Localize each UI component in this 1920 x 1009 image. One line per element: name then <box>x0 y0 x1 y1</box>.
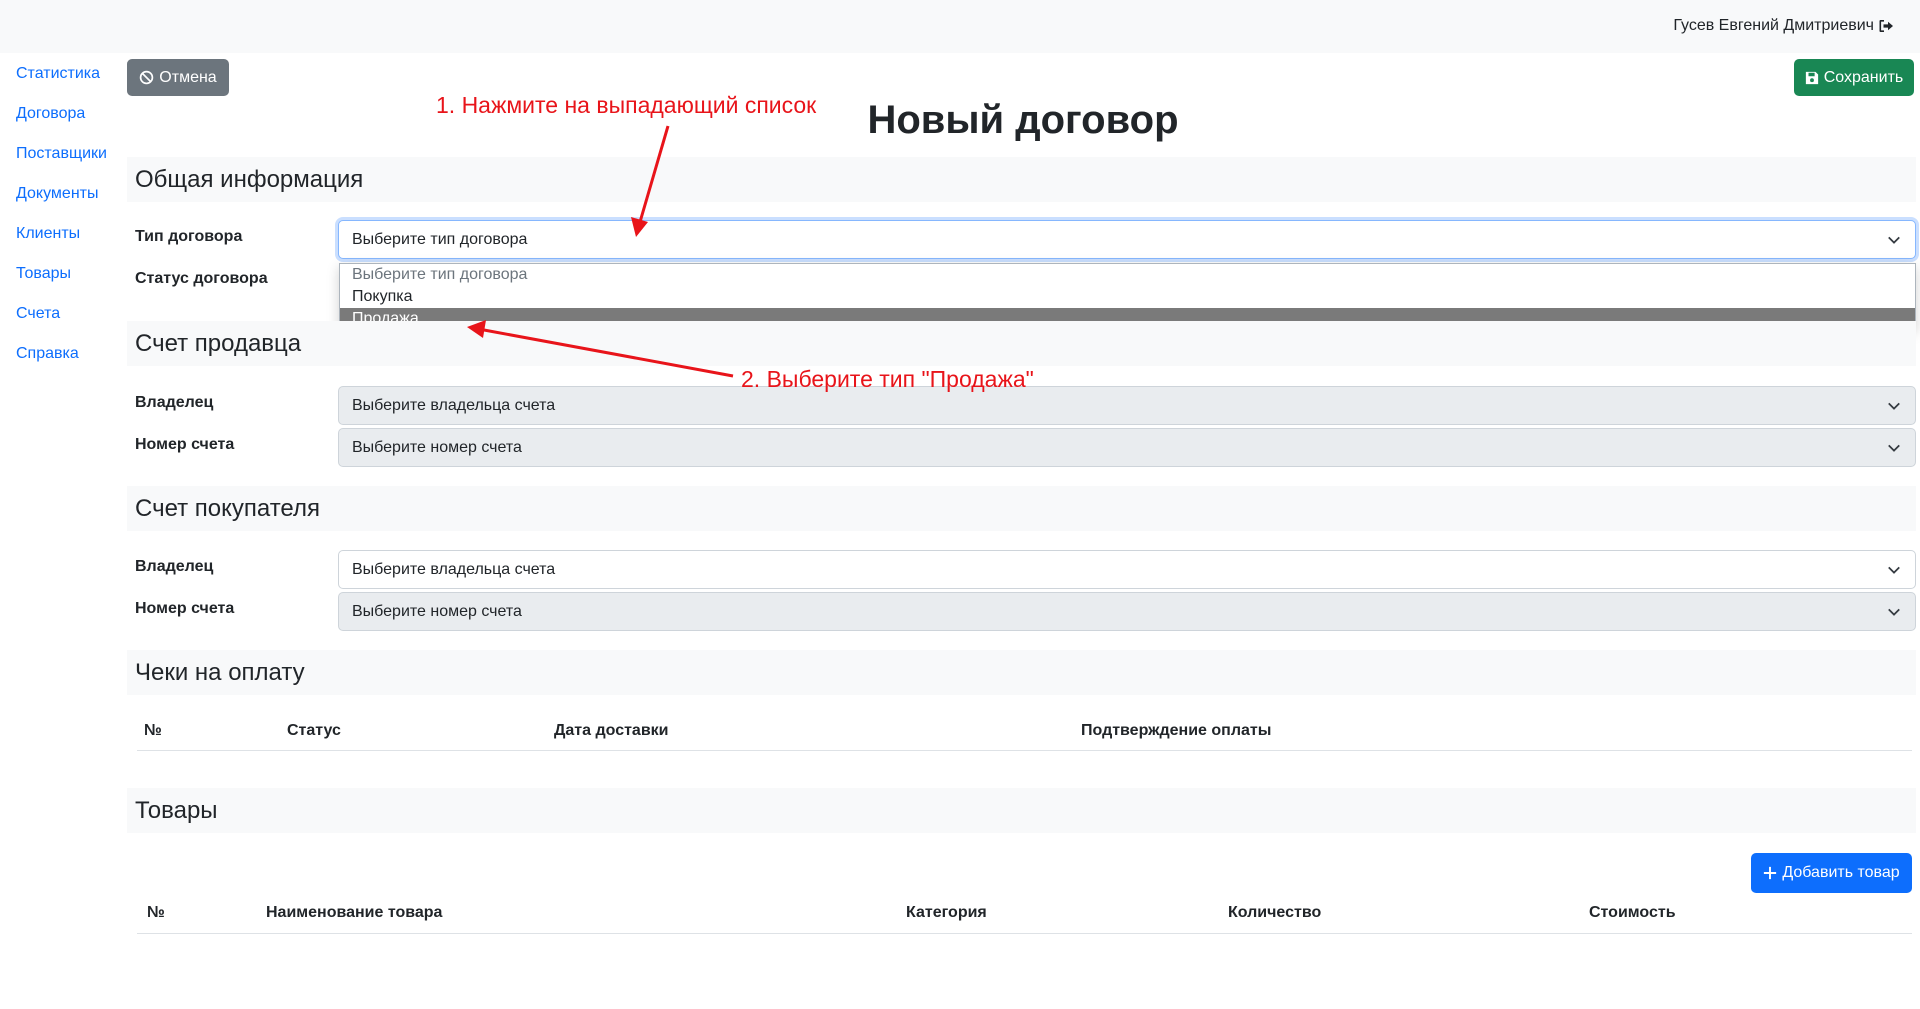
goods-col-category: Категория <box>906 904 987 921</box>
sidebar-item-statistics[interactable]: Статистика <box>16 62 126 102</box>
checks-col-status: Статус <box>287 722 341 739</box>
checks-col-delivery-date: Дата доставки <box>554 722 669 739</box>
seller-owner-value: Выберите владельца счета <box>352 397 556 414</box>
chevron-down-icon <box>1888 236 1900 244</box>
annotation-step-1: 1. Нажмите на выпадающий список <box>436 92 817 118</box>
section-buyer-account: Счет покупателя <box>127 486 1916 531</box>
chevron-down-icon <box>1888 608 1900 616</box>
goods-col-name: Наименование товара <box>266 904 443 921</box>
top-navbar: Гусев Евгений Дмитриевич <box>0 0 1920 53</box>
section-general-info: Общая информация <box>127 157 1916 202</box>
dropdown-option-purchase[interactable]: Покупка <box>340 286 1915 308</box>
seller-account-value: Выберите номер счета <box>352 439 522 456</box>
goods-table-divider <box>137 933 1912 934</box>
chevron-down-icon <box>1888 444 1900 452</box>
save-button[interactable]: Сохранить <box>1794 59 1914 96</box>
cancel-label: Отмена <box>159 68 217 86</box>
plus-icon <box>1764 866 1777 880</box>
buyer-owner-value: Выберите владельца счета <box>352 561 556 578</box>
contract-type-label: Тип договора <box>135 228 243 245</box>
sidebar-item-clients[interactable]: Клиенты <box>16 222 126 262</box>
buyer-account-value: Выберите номер счета <box>352 603 522 620</box>
sign-out-icon[interactable] <box>1878 18 1894 34</box>
contract-type-select[interactable]: Выберите тип договора <box>338 220 1916 259</box>
checks-table-divider <box>137 750 1912 751</box>
seller-owner-label: Владелец <box>135 394 214 411</box>
add-goods-button[interactable]: Добавить товар <box>1751 853 1912 893</box>
seller-account-label: Номер счета <box>135 436 235 453</box>
sidebar-item-goods[interactable]: Товары <box>16 262 126 302</box>
contract-status-label: Статус договора <box>135 270 268 287</box>
page-title: Новый договор <box>867 98 1179 142</box>
seller-account-select[interactable]: Выберите номер счета <box>338 428 1916 467</box>
checks-col-number: № <box>144 722 162 739</box>
dropdown-option-placeholder[interactable]: Выберите тип договора <box>340 264 1915 286</box>
sidebar-item-suppliers[interactable]: Поставщики <box>16 142 126 182</box>
goods-col-quantity: Количество <box>1228 904 1322 921</box>
add-goods-label: Добавить товар <box>1782 864 1900 881</box>
save-label: Сохранить <box>1823 68 1904 86</box>
cancel-button[interactable]: Отмена <box>127 59 229 96</box>
chevron-down-icon <box>1888 402 1900 410</box>
checks-col-payment-confirmation: Подтверждение оплаты <box>1081 722 1272 739</box>
buyer-account-select[interactable]: Выберите номер счета <box>338 592 1916 631</box>
sidebar-item-accounts[interactable]: Счета <box>16 302 126 342</box>
section-payment-checks: Чеки на оплату <box>127 650 1916 695</box>
section-goods: Товары <box>127 788 1916 833</box>
annotation-step-2: 2. Выберите тип "Продажа" <box>741 366 1034 392</box>
user-menu[interactable]: Гусев Евгений Дмитриевич <box>1673 17 1894 35</box>
contract-type-dropdown: Выберите тип договора Покупка Продажа <box>339 263 1916 330</box>
seller-owner-select[interactable]: Выберите владельца счета <box>338 386 1916 425</box>
sidebar-item-help[interactable]: Справка <box>16 342 126 382</box>
buyer-account-label: Номер счета <box>135 600 235 617</box>
goods-col-number: № <box>147 904 165 921</box>
sidebar-item-documents[interactable]: Документы <box>16 182 126 222</box>
buyer-owner-label: Владелец <box>135 558 214 575</box>
ban-icon <box>140 70 154 85</box>
contract-type-value: Выберите тип договора <box>352 231 528 248</box>
buyer-owner-select[interactable]: Выберите владельца счета <box>338 550 1916 589</box>
section-seller-account: Счет продавца <box>127 321 1916 366</box>
floppy-disk-icon <box>1805 71 1818 84</box>
goods-col-cost: Стоимость <box>1589 904 1676 921</box>
chevron-down-icon <box>1888 566 1900 574</box>
user-name: Гусев Евгений Дмитриевич <box>1673 17 1874 34</box>
